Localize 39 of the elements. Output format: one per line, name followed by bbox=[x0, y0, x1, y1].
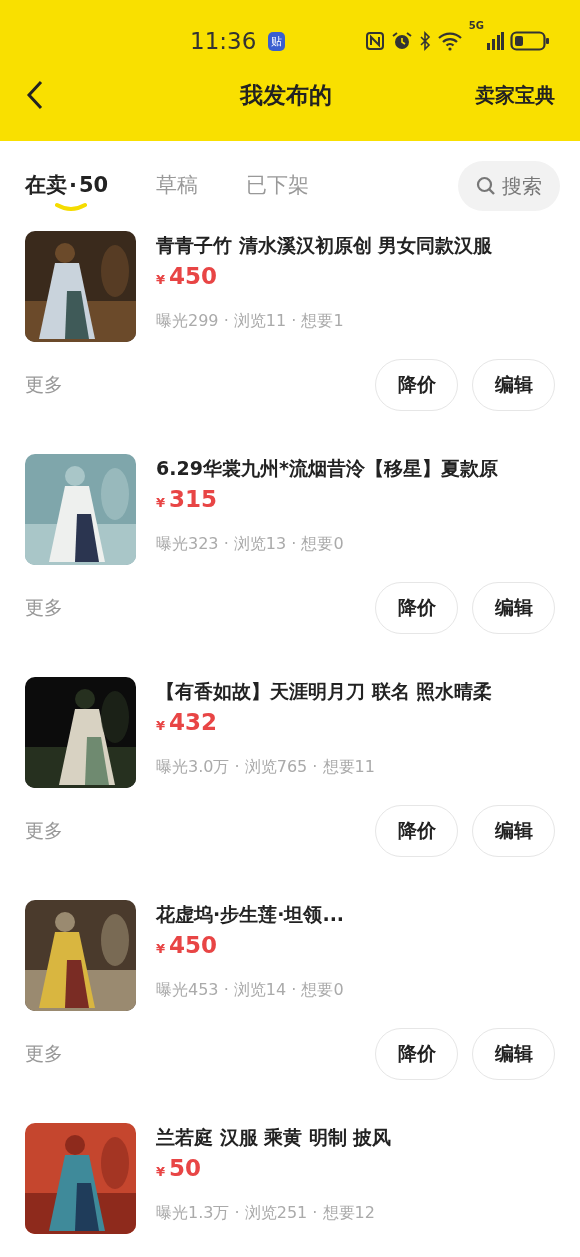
action-button[interactable]: 降价 bbox=[375, 359, 458, 411]
seller-guide-link[interactable]: 卖家宝典 bbox=[475, 81, 555, 109]
action-button[interactable]: 编辑 bbox=[472, 359, 555, 411]
action-button[interactable]: 降价 bbox=[375, 805, 458, 857]
status-time: 11:36 bbox=[190, 28, 257, 54]
tab-indicator bbox=[55, 201, 87, 212]
action-button[interactable]: 降价 bbox=[375, 582, 458, 634]
item-title[interactable]: 青青子竹 清水溪汉初原创 男女同款汉服 bbox=[156, 233, 493, 259]
item-price: ¥ 50 bbox=[156, 1155, 203, 1181]
page-title: 我发布的 bbox=[240, 80, 332, 110]
item-stats: 曝光453 · 浏览14 · 想要0 bbox=[156, 980, 345, 1001]
bluetooth-icon bbox=[418, 31, 431, 51]
signal-icon bbox=[486, 31, 504, 51]
item-stats: 曝光299 · 浏览11 · 想要1 bbox=[156, 311, 345, 332]
nfc-icon bbox=[364, 31, 385, 51]
wifi-icon bbox=[436, 31, 463, 51]
search-icon bbox=[476, 176, 496, 196]
tab[interactable]: 在卖·50 bbox=[25, 160, 109, 212]
item-title[interactable]: 花虚坞·步生莲·坦领... bbox=[156, 902, 345, 928]
search-button[interactable]: 搜索 bbox=[458, 161, 560, 211]
network-label: 5G bbox=[468, 20, 484, 31]
item-stats: 曝光3.0万 · 浏览765 · 想要11 bbox=[156, 757, 376, 778]
action-button[interactable]: 降价 bbox=[375, 1028, 458, 1080]
back-icon[interactable] bbox=[25, 80, 45, 110]
item-price: ¥ 315 bbox=[156, 486, 219, 512]
item-title[interactable]: 6.29华裳九州*流烟昔泠【移星】夏款原 bbox=[156, 456, 498, 482]
item-price: ¥ 450 bbox=[156, 932, 219, 958]
item-title[interactable]: 兰若庭 汉服 乘黄 明制 披风 bbox=[156, 1125, 392, 1151]
battery-icon bbox=[510, 30, 550, 52]
app-notification-badge: 贴 bbox=[268, 31, 286, 51]
action-button[interactable]: 编辑 bbox=[472, 805, 555, 857]
item-title[interactable]: 【有香如故】天涯明月刀 联名 照水晴柔 bbox=[156, 679, 493, 705]
item-stats: 曝光323 · 浏览13 · 想要0 bbox=[156, 534, 345, 555]
action-button[interactable]: 编辑 bbox=[472, 1028, 555, 1080]
item-price: ¥ 450 bbox=[156, 263, 219, 289]
item-price: ¥ 432 bbox=[156, 709, 219, 735]
action-button[interactable]: 编辑 bbox=[472, 582, 555, 634]
item-stats: 曝光1.3万 · 浏览251 · 想要12 bbox=[156, 1203, 376, 1224]
alarm-icon bbox=[390, 31, 413, 51]
